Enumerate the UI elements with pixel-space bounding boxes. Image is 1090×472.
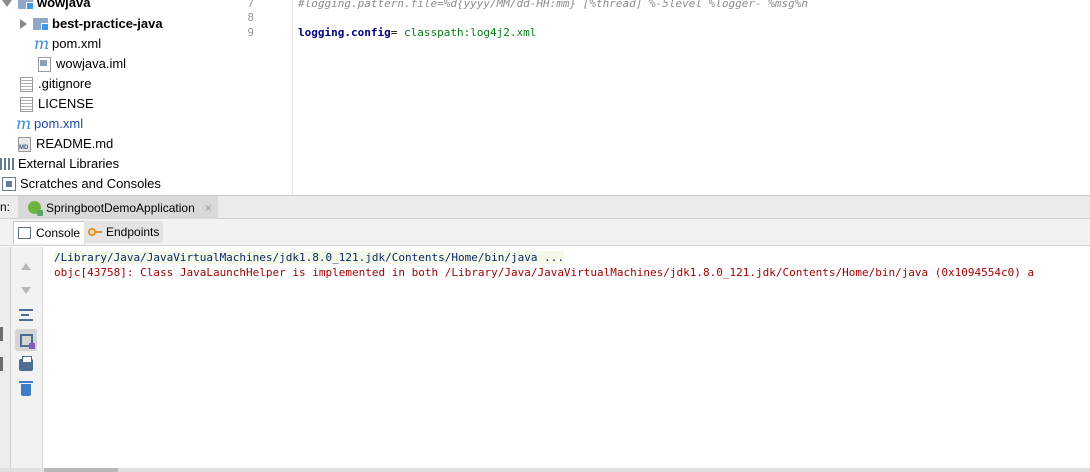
soft-wrap-icon [19, 309, 33, 321]
tree-item-external-libraries[interactable]: External Libraries [0, 154, 119, 174]
tree-item-scratches[interactable]: Scratches and Consoles [2, 174, 161, 194]
tree-item-readme[interactable]: README.md [18, 134, 113, 154]
tree-item-label: wowjava.iml [56, 56, 127, 71]
module-folder-icon [18, 0, 34, 10]
console-output[interactable]: /Library/Java/JavaVirtualMachines/jdk1.8… [43, 247, 1090, 472]
tree-item-wowjava-iml[interactable]: wowjava.iml [38, 54, 126, 74]
code-line-logging-config: logging.config= classpath:log4j2.xml [298, 26, 536, 39]
horizontal-scrollbar[interactable] [0, 468, 1090, 472]
clear-all-button[interactable] [15, 379, 37, 401]
tree-item-label: External Libraries [18, 156, 120, 171]
console-toolbar [11, 247, 43, 472]
code-editor[interactable]: #logging.pattern.file=%d{yyyy/MM/dd-HH:m… [293, 0, 1090, 195]
tree-item-label: pom.xml [52, 36, 102, 51]
tab-endpoints[interactable]: Endpoints [84, 221, 164, 243]
scroll-to-end-button[interactable] [15, 329, 37, 351]
maven-icon: m [16, 114, 32, 133]
text-file-icon [20, 76, 33, 92]
tree-item-label: wowjava [37, 0, 91, 10]
tree-item-label: README.md [36, 136, 114, 151]
tree-item-wowjava[interactable]: wowjava [2, 0, 90, 13]
iml-file-icon [38, 56, 51, 72]
tree-item-label: best-practice-java [52, 16, 163, 31]
line-number: 8 [247, 11, 254, 24]
scroll-to-end-icon [19, 333, 35, 349]
run-label: n: [0, 200, 11, 214]
library-icon [0, 158, 14, 170]
print-icon [19, 356, 33, 371]
run-tool-window-header: n: SpringbootDemoApplication × [0, 195, 1090, 219]
run-subtabs: Console Endpoints [0, 219, 1090, 246]
line-number: 7 [247, 0, 254, 10]
tree-item-label: .gitignore [38, 76, 92, 91]
side-strip-mark [0, 327, 3, 341]
tree-item-label: LICENSE [38, 96, 94, 111]
markdown-file-icon [18, 136, 31, 152]
maven-icon: m [34, 34, 50, 53]
tree-item-label: pom.xml [34, 116, 84, 131]
tree-item-license[interactable]: LICENSE [20, 94, 94, 114]
run-config-tab[interactable]: SpringbootDemoApplication × [18, 196, 218, 219]
console-line-command: /Library/Java/JavaVirtualMachines/jdk1.8… [54, 251, 564, 264]
console-line-error: objc[43758]: Class JavaLaunchHelper is i… [54, 266, 1035, 279]
tab-console-label: Console [36, 226, 81, 240]
tree-item-pom-xml[interactable]: m pom.xml [16, 114, 83, 134]
code-line-comment: #logging.pattern.file=%d{yyyy/MM/dd-HH:m… [298, 0, 808, 10]
tab-endpoints-label: Endpoints [106, 225, 160, 239]
horizontal-scrollbar-thumb[interactable] [44, 468, 118, 472]
text-file-icon [20, 96, 33, 112]
project-tree: wowjava best-practice-java m pom.xml wow… [0, 0, 243, 195]
tree-item-best-practice-java[interactable]: best-practice-java [20, 14, 163, 34]
side-strip-mark [0, 357, 3, 371]
tree-item-gitignore[interactable]: .gitignore [20, 74, 91, 94]
close-icon[interactable]: × [205, 201, 212, 215]
down-stack-trace-button[interactable] [15, 279, 37, 301]
spring-boot-icon [28, 201, 43, 216]
arrow-up-icon [21, 262, 31, 270]
tree-item-label: Scratches and Consoles [20, 176, 161, 191]
tree-item-pom-xml-nested[interactable]: m pom.xml [34, 34, 101, 54]
up-stack-trace-button[interactable] [15, 255, 37, 277]
soft-wrap-button[interactable] [15, 304, 37, 326]
module-folder-icon [33, 18, 49, 31]
run-side-strip [0, 247, 11, 472]
editor-gutter: 7 8 9 [243, 0, 293, 195]
console-icon [18, 227, 31, 239]
property-key: logging.config [298, 26, 391, 39]
collapse-arrow-icon[interactable] [20, 19, 27, 29]
endpoints-icon [88, 226, 102, 238]
expand-arrow-icon[interactable] [2, 0, 12, 7]
print-button[interactable] [15, 354, 37, 376]
arrow-down-icon [21, 286, 31, 294]
tab-console[interactable]: Console [13, 221, 86, 244]
line-number: 9 [247, 26, 254, 39]
run-config-tab-label: SpringbootDemoApplication [46, 200, 195, 215]
scratches-icon [2, 177, 16, 191]
property-value: classpath:log4j2.xml [397, 26, 537, 39]
trash-icon [19, 381, 33, 396]
